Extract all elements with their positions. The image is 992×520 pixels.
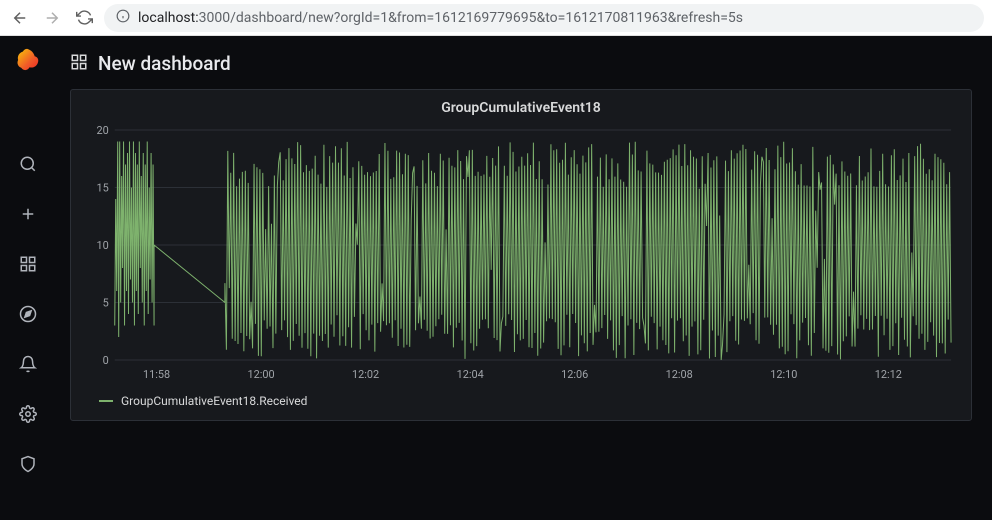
chart-panel: GroupCumulativeEvent18 0 5 10 15 20 11:58 12:0…: [70, 89, 972, 421]
svg-text:12:08: 12:08: [666, 368, 693, 381]
sidebar: [0, 36, 56, 520]
chart-svg: 0 5 10 15 20 11:58 12:00 12:02 12:04 12:06 12:08 12…: [85, 124, 957, 384]
svg-text:12:12: 12:12: [875, 368, 902, 381]
svg-text:0: 0: [103, 354, 109, 367]
info-icon: [116, 9, 130, 27]
svg-text:12:00: 12:00: [248, 368, 275, 381]
search-icon[interactable]: [12, 148, 44, 180]
explore-icon[interactable]: [12, 298, 44, 330]
page-header: New dashboard: [70, 50, 972, 89]
url-path: 3000/dashboard/new?orgId=1&from=16121697…: [199, 10, 743, 26]
settings-icon[interactable]: [12, 398, 44, 430]
svg-text:12:06: 12:06: [561, 368, 588, 381]
dashboards-header-icon: [70, 53, 88, 75]
plus-icon[interactable]: [12, 198, 44, 230]
url-host: localhost:: [138, 10, 199, 26]
url-bar[interactable]: localhost:3000/dashboard/new?orgId=1&fro…: [104, 4, 984, 32]
legend-label: GroupCumulativeEvent18.Received: [121, 394, 307, 408]
main-content: New dashboard GroupCumulativeEvent18 0 5 1…: [56, 36, 992, 520]
app-container: New dashboard GroupCumulativeEvent18 0 5 1…: [0, 36, 992, 520]
legend-swatch: [99, 400, 113, 402]
svg-text:12:02: 12:02: [352, 368, 379, 381]
page-title: New dashboard: [98, 52, 231, 75]
svg-text:5: 5: [103, 296, 109, 309]
browser-toolbar: localhost:3000/dashboard/new?orgId=1&fro…: [0, 0, 992, 36]
back-button[interactable]: [8, 6, 32, 30]
panel-title: GroupCumulativeEvent18: [85, 100, 957, 116]
svg-text:20: 20: [97, 124, 109, 137]
svg-text:12:04: 12:04: [457, 368, 484, 381]
svg-text:11:58: 11:58: [143, 368, 170, 381]
svg-text:12:10: 12:10: [770, 368, 797, 381]
legend[interactable]: GroupCumulativeEvent18.Received: [85, 394, 957, 408]
chart-area[interactable]: 0 5 10 15 20 11:58 12:00 12:02 12:04 12:06 12:08 12…: [85, 124, 957, 384]
reload-button[interactable]: [72, 6, 96, 30]
grafana-logo[interactable]: [14, 46, 42, 74]
alerting-icon[interactable]: [12, 348, 44, 380]
shield-icon[interactable]: [12, 448, 44, 480]
dashboards-icon[interactable]: [12, 248, 44, 280]
svg-text:10: 10: [97, 239, 109, 252]
svg-text:15: 15: [97, 181, 109, 194]
forward-button[interactable]: [40, 6, 64, 30]
